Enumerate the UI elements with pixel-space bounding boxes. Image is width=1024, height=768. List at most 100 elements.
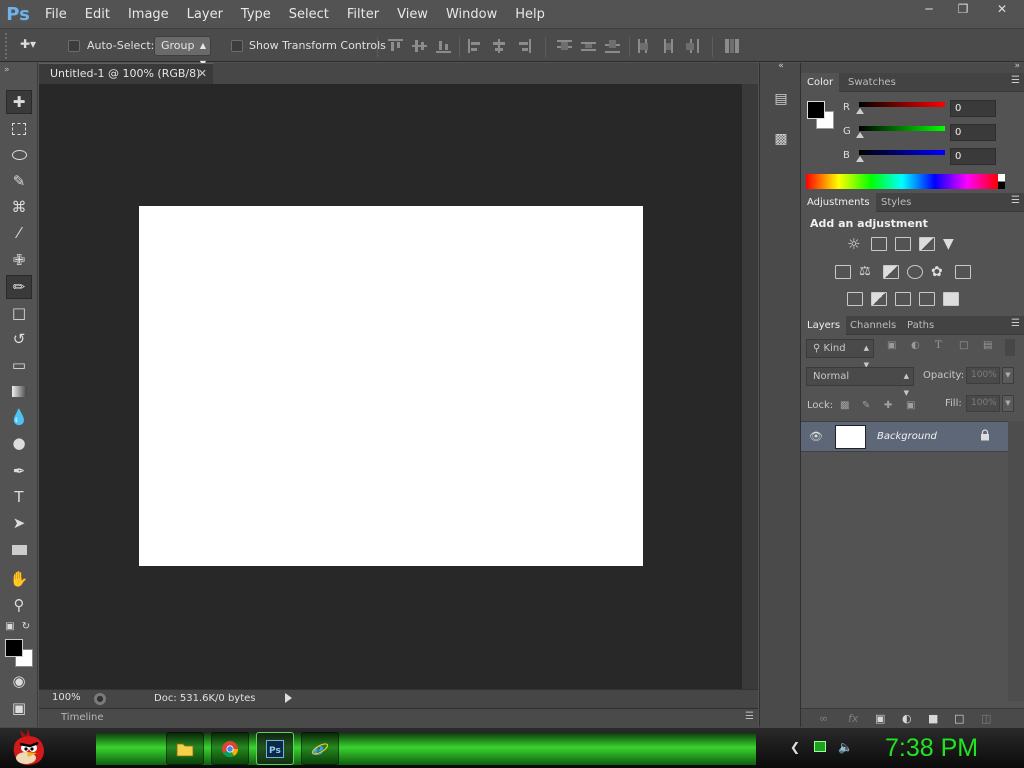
- red-value-field[interactable]: 0: [950, 100, 996, 117]
- layer-name[interactable]: Background: [877, 431, 937, 442]
- photo-filter-icon[interactable]: [907, 265, 923, 279]
- crop-tool-icon[interactable]: ⌘: [6, 195, 32, 219]
- marquee-tool-icon[interactable]: [6, 117, 32, 141]
- tab-paths[interactable]: Paths: [901, 316, 940, 335]
- show-hidden-icons[interactable]: ❮: [788, 740, 802, 754]
- close-document-icon[interactable]: ✕: [198, 64, 207, 84]
- menu-image[interactable]: Image: [119, 7, 178, 22]
- clone-stamp-tool-icon[interactable]: □: [6, 301, 32, 325]
- auto-select-dropdown[interactable]: Group ▲▼: [154, 36, 211, 68]
- add-mask-icon[interactable]: ▣: [875, 712, 885, 725]
- default-colors-icon[interactable]: ▣: [2, 619, 18, 633]
- filter-smart-object-icon[interactable]: ▤: [983, 340, 992, 351]
- align-right-icon[interactable]: [516, 39, 531, 53]
- align-vcenter-icon[interactable]: [412, 39, 427, 53]
- tab-swatches[interactable]: Swatches: [842, 73, 902, 92]
- eyedropper-tool-icon[interactable]: ⁄: [6, 221, 32, 245]
- lasso-tool-icon[interactable]: [6, 143, 32, 167]
- filter-pixel-icon[interactable]: ▣: [887, 340, 896, 351]
- menu-edit[interactable]: Edit: [76, 7, 119, 22]
- new-adjustment-layer-icon[interactable]: ◐: [902, 712, 912, 725]
- distribute-top-icon[interactable]: [557, 39, 572, 53]
- channel-mixer-icon[interactable]: ✿: [931, 265, 947, 279]
- filter-shape-icon[interactable]: □: [959, 340, 968, 351]
- path-selection-tool-icon[interactable]: ➤: [6, 511, 32, 535]
- tab-styles[interactable]: Styles: [875, 193, 917, 212]
- lock-image-icon[interactable]: ✎: [862, 400, 874, 412]
- pen-tool-icon[interactable]: ✒: [6, 459, 32, 483]
- tab-adjustments[interactable]: Adjustments: [801, 193, 876, 212]
- color-lookup-icon[interactable]: [955, 265, 971, 279]
- red-slider-thumb[interactable]: [856, 108, 864, 114]
- tool-preset-picker[interactable]: ✚▾: [20, 37, 56, 55]
- menu-filter[interactable]: Filter: [338, 7, 388, 22]
- fill-arrow-icon[interactable]: ▼: [1002, 395, 1014, 412]
- visibility-eye-icon[interactable]: 👁: [809, 430, 823, 443]
- gradient-tool-icon[interactable]: [6, 379, 32, 403]
- taskbar-clock[interactable]: 7:38 PM: [885, 734, 978, 763]
- color-balance-icon[interactable]: ⚖: [859, 265, 875, 279]
- collapse-dock-icon[interactable]: «: [768, 60, 794, 72]
- selective-color-icon[interactable]: [919, 292, 935, 306]
- zoom-level[interactable]: 100%: [52, 692, 81, 703]
- lock-all-icon[interactable]: ▣: [906, 400, 918, 412]
- collapse-toolbar-button[interactable]: »: [4, 65, 34, 75]
- opacity-arrow-icon[interactable]: ▼: [1002, 367, 1014, 384]
- taskbar-explorer[interactable]: [166, 732, 204, 765]
- color-foreground-swatch[interactable]: [807, 101, 825, 119]
- menu-file[interactable]: File: [36, 7, 76, 22]
- invert-icon[interactable]: [847, 292, 863, 306]
- menu-window[interactable]: Window: [437, 7, 506, 22]
- timeline-tab[interactable]: Timeline: [61, 712, 104, 723]
- quick-mask-icon[interactable]: ◉: [6, 669, 32, 693]
- minimize-button[interactable]: ─: [912, 0, 946, 18]
- tab-color[interactable]: Color: [801, 73, 840, 92]
- history-brush-tool-icon[interactable]: ↺: [6, 327, 32, 351]
- panel-menu-icon[interactable]: ☰: [1011, 318, 1020, 329]
- posterize-icon[interactable]: [871, 292, 887, 306]
- levels-icon[interactable]: [871, 237, 887, 251]
- tab-channels[interactable]: Channels: [844, 316, 902, 335]
- distribute-right-icon[interactable]: [685, 39, 700, 53]
- auto-align-layers-icon[interactable]: [725, 39, 740, 53]
- hue-saturation-icon[interactable]: [835, 265, 851, 279]
- document-tab[interactable]: Untitled-1 @ 100% (RGB/8) ✕: [39, 63, 213, 84]
- taskbar-photoshop[interactable]: Ps: [256, 732, 294, 765]
- layer-filter-kind-dropdown[interactable]: ⚲ Kind ▲ ▼: [806, 339, 874, 369]
- brush-tool-icon[interactable]: ✏: [6, 275, 32, 299]
- green-value-field[interactable]: 0: [950, 124, 996, 141]
- healing-brush-tool-icon[interactable]: ✙: [6, 248, 32, 272]
- hand-tool-icon[interactable]: ✋: [6, 567, 32, 591]
- start-button-bird-icon[interactable]: [8, 728, 50, 768]
- filter-toggle[interactable]: [1005, 339, 1015, 356]
- new-group-icon[interactable]: ■: [928, 712, 938, 725]
- swap-colors-icon[interactable]: ↻: [18, 619, 34, 633]
- rectangle-tool-icon[interactable]: [6, 538, 32, 562]
- auto-select-checkbox[interactable]: [68, 40, 80, 52]
- opacity-field[interactable]: 100%: [966, 367, 1000, 384]
- photoshop-logo[interactable]: Ps: [0, 0, 36, 28]
- curves-icon[interactable]: [895, 237, 911, 251]
- move-tool-icon[interactable]: ✚: [6, 90, 32, 114]
- new-layer-icon[interactable]: □: [954, 712, 964, 725]
- green-slider-thumb[interactable]: [856, 132, 864, 138]
- panel-menu-icon[interactable]: ☰: [1011, 75, 1020, 86]
- align-hcenter-icon[interactable]: [492, 39, 507, 53]
- threshold-icon[interactable]: [895, 292, 911, 306]
- blue-value-field[interactable]: 0: [950, 148, 996, 165]
- properties-panel-icon[interactable]: ▩: [768, 127, 794, 151]
- taskbar-chrome[interactable]: [211, 732, 249, 765]
- panel-menu-icon[interactable]: ☰: [1011, 195, 1020, 206]
- taskbar-internet-explorer[interactable]: e: [301, 732, 339, 765]
- lock-transparent-icon[interactable]: ▩: [840, 400, 852, 412]
- panel-menu-icon[interactable]: ☰: [745, 711, 754, 722]
- restore-button[interactable]: ❐: [946, 0, 980, 18]
- brightness-contrast-icon[interactable]: ☼: [847, 237, 863, 252]
- document-canvas[interactable]: [139, 206, 643, 566]
- close-button[interactable]: ✕: [980, 0, 1024, 18]
- menu-help[interactable]: Help: [506, 7, 554, 22]
- filter-type-icon[interactable]: T: [935, 340, 942, 351]
- black-white-icon[interactable]: [883, 265, 899, 279]
- show-transform-checkbox[interactable]: [231, 40, 243, 52]
- black-white-ramp[interactable]: [998, 174, 1005, 189]
